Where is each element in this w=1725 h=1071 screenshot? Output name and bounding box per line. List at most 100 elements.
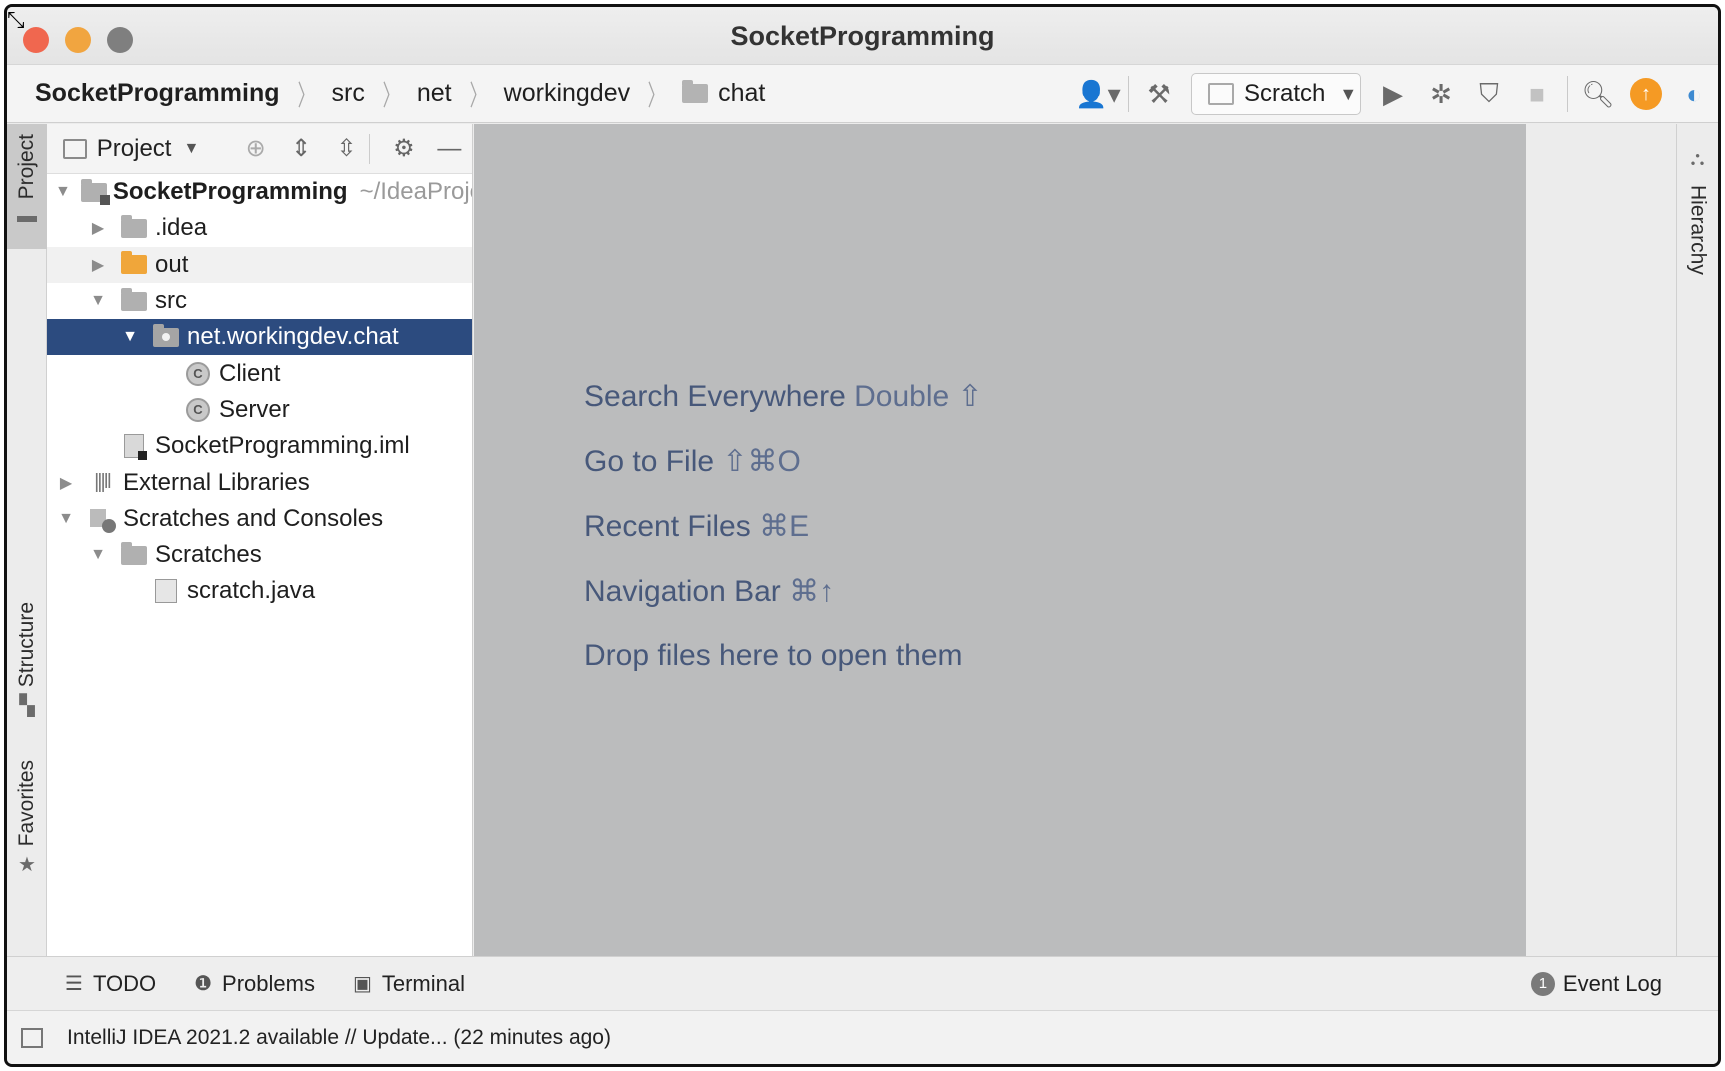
folder-icon: [682, 80, 709, 103]
run-coverage-icon[interactable]: ⛉: [1465, 70, 1513, 118]
editor-empty-area[interactable]: Search Everywhere Double ⇧ Go to File ⇧⌘…: [474, 124, 1526, 956]
tree-item-label: SocketProgramming.iml: [155, 432, 410, 460]
gear-icon[interactable]: ⚙: [381, 134, 426, 163]
source-folder-icon: [119, 287, 149, 312]
breadcrumb-chat[interactable]: chat: [678, 79, 769, 108]
status-message[interactable]: IntelliJ IDEA 2021.2 available // Update…: [67, 1026, 611, 1050]
tree-item-label: Scratches and Consoles: [123, 504, 384, 532]
debug-bug-icon[interactable]: ✲: [1417, 70, 1465, 118]
breadcrumb-workingdev[interactable]: workingdev: [500, 79, 634, 108]
stop-icon[interactable]: ■: [1513, 70, 1561, 118]
chevron-right-icon: 〉: [297, 79, 314, 111]
toggle-tool-windows-icon[interactable]: [21, 1027, 43, 1048]
tool-tab-hierarchy[interactable]: ⛬ Hierarchy: [1686, 142, 1710, 275]
tree-row-scratches[interactable]: ▼ Scratches: [47, 537, 472, 573]
tree-row-iml[interactable]: SocketProgramming.iml: [47, 428, 472, 464]
project-tree: ▼ SocketProgramming ~/IdeaProjects/Socke…: [47, 174, 472, 610]
tree-row-idea[interactable]: ▶ .idea: [47, 210, 472, 246]
tree-item-label: scratch.java: [187, 577, 316, 605]
navigation-bar: SocketProgramming 〉 src 〉 net 〉 workingd…: [7, 65, 1718, 123]
code-with-me-icon[interactable]: ◐: [1670, 70, 1718, 118]
java-class-icon: C: [183, 361, 213, 386]
tool-tab-event-log[interactable]: 1 Event Log: [1530, 970, 1662, 997]
collapsed-arrow-icon[interactable]: ▶: [87, 218, 109, 238]
tool-tab-todo[interactable]: ☰ TODO: [65, 971, 156, 997]
tree-row-scratch-java[interactable]: scratch.java: [47, 573, 472, 609]
tree-item-label: Server: [219, 395, 290, 423]
module-folder-icon: [80, 178, 110, 205]
breadcrumb-src[interactable]: src: [328, 79, 369, 108]
tool-tab-event-log-label: Event Log: [1562, 970, 1662, 996]
status-bar: IntelliJ IDEA 2021.2 available // Update…: [7, 1010, 1718, 1064]
expanded-arrow-icon[interactable]: ▼: [87, 292, 109, 310]
scratch-config-icon: [1208, 83, 1234, 105]
expanded-arrow-icon[interactable]: ▼: [55, 510, 77, 528]
hide-panel-icon[interactable]: —: [427, 135, 472, 163]
user-dropdown-icon[interactable]: 👤▾: [1074, 70, 1122, 118]
title-bar: ⤡ SocketProgramming: [7, 7, 1718, 65]
left-tool-stripe: Project ▬ Structure ▚ Favorites ★: [7, 124, 47, 956]
right-tool-stripe: ⛬ Hierarchy: [1676, 124, 1718, 956]
tool-tab-problems-label: Problems: [222, 970, 315, 996]
tree-row-root[interactable]: ▼ SocketProgramming ~/IdeaProjects/Socke…: [47, 174, 472, 210]
project-view-icon: [63, 138, 87, 159]
hint-search-shortcut: Double ⇧: [854, 380, 983, 413]
library-icon: |||‖: [94, 471, 112, 494]
toolbar: 👤▾ ⚒ Scratch ▼ ▶ ✲ ⛉ ■ 🔍︎ ↑ ◐: [1074, 65, 1718, 123]
tool-tab-favorites[interactable]: Favorites ★: [7, 760, 47, 890]
hint-drop-files: Drop files here to open them: [584, 639, 963, 672]
tree-row-src[interactable]: ▼ src: [47, 283, 472, 319]
expanded-arrow-icon[interactable]: ▼: [87, 546, 109, 564]
tree-row-package[interactable]: ▼ net.workingdev.chat: [47, 319, 472, 356]
project-view-selector[interactable]: Project: [97, 135, 172, 163]
tool-tab-favorites-label: Favorites: [15, 760, 38, 847]
iml-file-icon: [119, 434, 149, 461]
tree-row-out[interactable]: ▶ out: [47, 246, 472, 283]
tree-item-label: .idea: [155, 214, 208, 242]
tool-tab-project-label: Project: [15, 134, 38, 200]
tool-tab-structure-label: Structure: [15, 602, 38, 688]
tree-item-label: Scratches: [155, 541, 262, 569]
tool-tab-project[interactable]: Project ▬: [7, 124, 47, 249]
hierarchy-icon: ⛬: [1690, 148, 1705, 170]
hint-nav-label: Navigation Bar: [584, 575, 781, 608]
tree-row-client[interactable]: C Client: [47, 355, 472, 391]
build-hammer-icon[interactable]: ⚒: [1135, 70, 1183, 118]
chevron-down-icon[interactable]: ▼: [183, 140, 199, 158]
event-count-badge: 1: [1530, 971, 1555, 996]
breadcrumb: SocketProgramming 〉 src 〉 net 〉 workingd…: [7, 65, 769, 122]
tree-item-label: net.workingdev.chat: [187, 323, 399, 351]
tool-tab-terminal[interactable]: ▣ Terminal: [353, 971, 465, 997]
window-title: SocketProgramming: [730, 21, 995, 51]
tree-item-label: Client: [219, 359, 281, 387]
collapse-all-icon[interactable]: ⇳: [324, 134, 369, 163]
chevron-right-icon: 〉: [382, 79, 400, 111]
run-config-selector[interactable]: Scratch ▼: [1191, 73, 1361, 115]
expanded-arrow-icon[interactable]: ▼: [55, 183, 71, 201]
hint-goto-label: Go to File: [584, 445, 715, 478]
tool-tab-structure[interactable]: Structure ▚: [7, 602, 47, 732]
update-icon-button[interactable]: ↑: [1622, 70, 1670, 118]
locate-target-icon[interactable]: ⊕: [233, 134, 278, 163]
todo-list-icon: ☰: [65, 973, 83, 995]
breadcrumb-net[interactable]: net: [413, 79, 456, 108]
tool-tab-hierarchy-label: Hierarchy: [1686, 185, 1710, 275]
tree-row-external-libraries[interactable]: ▶ |||‖ External Libraries: [47, 464, 472, 500]
collapsed-arrow-icon[interactable]: ▶: [55, 473, 77, 493]
tree-row-scratches-consoles[interactable]: ▼ Scratches and Consoles: [47, 501, 472, 537]
expand-all-icon[interactable]: ⇕: [278, 134, 323, 163]
collapsed-arrow-icon[interactable]: ▶: [87, 255, 109, 275]
run-icon[interactable]: ▶: [1369, 70, 1417, 118]
breadcrumb-project[interactable]: SocketProgramming: [31, 79, 284, 108]
hint-nav-shortcut: ⌘↑: [789, 575, 835, 608]
tree-row-server[interactable]: C Server: [47, 392, 472, 428]
java-class-icon: C: [183, 397, 213, 422]
tool-tab-problems[interactable]: ❶ Problems: [194, 971, 315, 997]
tree-item-label: src: [155, 287, 187, 315]
excluded-folder-icon: [119, 251, 149, 276]
tree-item-label: out: [155, 250, 189, 278]
expanded-arrow-icon[interactable]: ▼: [119, 328, 141, 346]
search-icon[interactable]: 🔍︎: [1574, 70, 1622, 118]
terminal-icon: ▣: [352, 973, 372, 995]
chevron-down-icon: ▼: [1339, 83, 1358, 104]
